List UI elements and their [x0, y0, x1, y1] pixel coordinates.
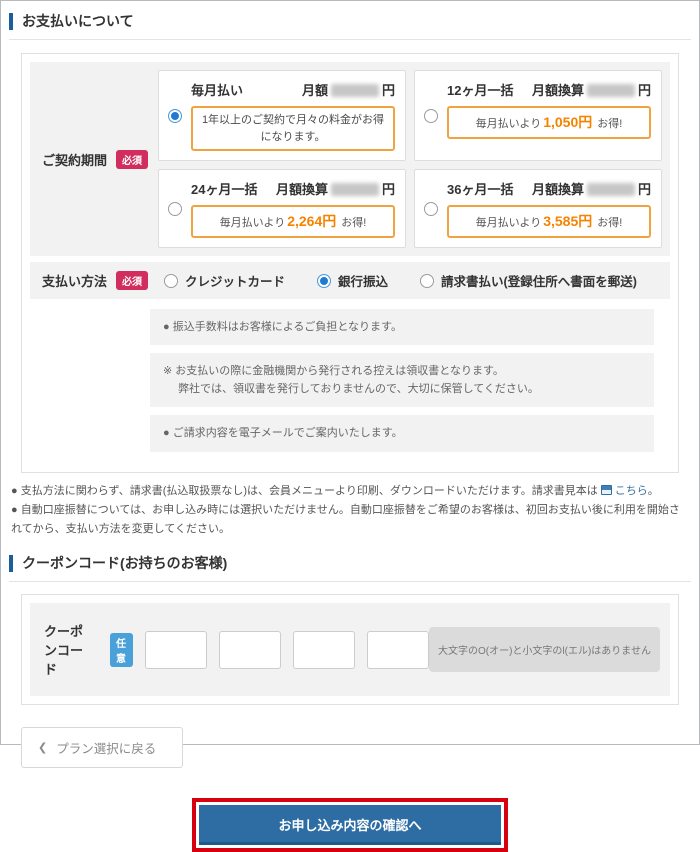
price-blur: [331, 84, 379, 97]
price-blur: [587, 84, 635, 97]
price-blur: [587, 183, 635, 196]
plan-cards: 毎月払い 月額円 1年以上のご契約で月々の料金がお得になります。 12ヶ月一括 …: [150, 62, 670, 256]
accent-bar: [9, 13, 13, 30]
radio-invoice[interactable]: [420, 274, 434, 288]
coupon-row: クーポンコード 任意 大文字のO(オー)と小文字のl(エル)はありません: [30, 603, 670, 696]
coupon-input-4[interactable]: [367, 631, 429, 669]
plan-price: 月額換算円: [276, 179, 395, 198]
note-billing-email: ● ご請求内容を電子メールでご案内いたします。: [150, 415, 654, 451]
plan-name: 12ヶ月一括: [447, 80, 513, 99]
method-invoice[interactable]: 請求書払い(登録住所へ書面を郵送): [420, 271, 637, 290]
required-badge: 必須: [116, 150, 148, 169]
discount-amount: 2,264円: [287, 213, 336, 229]
red-highlight-annotation: お申し込み内容の確認へ: [192, 798, 508, 852]
payment-section-title: お支払いについて: [22, 11, 134, 31]
note-receipt: ※ お支払いの際に金融機関から発行される控えは領収書となります。弊社では、領収書…: [150, 353, 654, 407]
discount-amount: 1,050円: [543, 114, 592, 130]
payment-notes-area: ● 振込手数料はお客様によるご負担となります。 ※ お支払いの際に金融機関から発…: [30, 299, 670, 464]
contract-period-row: ご契約期間 必須 毎月払い 月額円 1年以上のご契約で月々の料金がお得になります…: [30, 62, 670, 256]
payment-method-label: 支払い方法: [42, 271, 107, 290]
price-blur: [331, 183, 379, 196]
plan-card-head: 24ヶ月一括 月額換算円: [191, 179, 395, 198]
coupon-input-1[interactable]: [145, 631, 207, 669]
required-badge: 必須: [116, 271, 148, 290]
footer-note-invoice: ● 支払方法に関わらず、請求書(払込取扱票なし)は、会員メニューより印刷、ダウン…: [11, 482, 689, 501]
coupon-section-header: クーポンコード(お持ちのお客様): [9, 553, 691, 582]
contract-period-label: ご契約期間: [42, 150, 107, 169]
footer-notes: ● 支払方法に関わらず、請求書(払込取扱票なし)は、会員メニューより印刷、ダウン…: [11, 482, 689, 540]
radio-12m[interactable]: [424, 109, 438, 123]
plan-name: 毎月払い: [191, 80, 243, 99]
plan-name: 24ヶ月一括: [191, 179, 257, 198]
coupon-input-3[interactable]: [293, 631, 355, 669]
optional-badge: 任意: [110, 633, 133, 667]
radio-36m[interactable]: [424, 202, 438, 216]
accent-bar: [9, 555, 13, 572]
plan-discount-note: 毎月払いより2,264円お得!: [191, 205, 395, 238]
submit-area: お申し込み内容の確認へ: [1, 798, 699, 852]
plan-name: 36ヶ月一括: [447, 179, 513, 198]
plan-card-head: 36ヶ月一括 月額換算円: [447, 179, 651, 198]
confirm-application-button[interactable]: お申し込み内容の確認へ: [199, 805, 501, 845]
plan-card-head: 12ヶ月一括 月額換算円: [447, 80, 651, 99]
radio-24m[interactable]: [168, 202, 182, 216]
coupon-section-title: クーポンコード(お持ちのお客様): [22, 553, 227, 573]
footer-note-direct-debit: ● 自動口座振替については、お申し込み時には選択いただけません。自動口座振替をご…: [11, 501, 689, 540]
contract-period-label-cell: ご契約期間 必須: [30, 62, 150, 256]
back-button-label: プラン選択に戻る: [56, 738, 156, 757]
plan-card-36m[interactable]: 36ヶ月一括 月額換算円 毎月払いより3,585円お得!: [414, 169, 662, 248]
coupon-hint: 大文字のO(オー)と小文字のl(エル)はありません: [429, 627, 660, 672]
plan-discount-note: 毎月払いより1,050円お得!: [447, 106, 651, 139]
payment-box: ご契約期間 必須 毎月払い 月額円 1年以上のご契約で月々の料金がお得になります…: [21, 53, 679, 473]
plan-price: 月額換算円: [532, 179, 651, 198]
plan-price: 月額換算円: [532, 80, 651, 99]
method-credit-card[interactable]: クレジットカード: [164, 271, 285, 290]
note-transfer-fee: ● 振込手数料はお客様によるご負担となります。: [150, 309, 654, 345]
payment-method-label-cell: 支払い方法 必須: [30, 271, 150, 290]
coupon-label: クーポンコード: [44, 621, 94, 678]
payment-method-options: クレジットカード 銀行振込 請求書払い(登録住所へ書面を郵送): [150, 271, 637, 290]
radio-monthly[interactable]: [168, 109, 182, 123]
invoice-sample-link[interactable]: こちら: [615, 485, 648, 497]
radio-credit-card[interactable]: [164, 274, 178, 288]
plan-note: 1年以上のご契約で月々の料金がお得になります。: [191, 106, 395, 151]
plan-price: 月額円: [302, 80, 395, 99]
plan-card-head: 毎月払い 月額円: [191, 80, 395, 99]
coupon-input-2[interactable]: [219, 631, 281, 669]
method-bank-transfer[interactable]: 銀行振込: [317, 271, 388, 290]
new-window-icon: [601, 485, 612, 495]
payment-method-row: 支払い方法 必須 クレジットカード 銀行振込 請求書払い(登録住所へ書面を郵送): [30, 262, 670, 299]
payment-section-header: お支払いについて: [9, 11, 691, 40]
chevron-left-icon: ❮: [38, 741, 47, 754]
plan-card-24m[interactable]: 24ヶ月一括 月額換算円 毎月払いより2,264円お得!: [158, 169, 406, 248]
discount-amount: 3,585円: [543, 213, 592, 229]
plan-discount-note: 毎月払いより3,585円お得!: [447, 205, 651, 238]
plan-card-12m[interactable]: 12ヶ月一括 月額換算円 毎月払いより1,050円お得!: [414, 70, 662, 161]
back-to-plan-button[interactable]: ❮ プラン選択に戻る: [21, 727, 183, 768]
plan-card-monthly[interactable]: 毎月払い 月額円 1年以上のご契約で月々の料金がお得になります。: [158, 70, 406, 161]
radio-bank-transfer[interactable]: [317, 274, 331, 288]
coupon-box: クーポンコード 任意 大文字のO(オー)と小文字のl(エル)はありません: [21, 594, 679, 705]
